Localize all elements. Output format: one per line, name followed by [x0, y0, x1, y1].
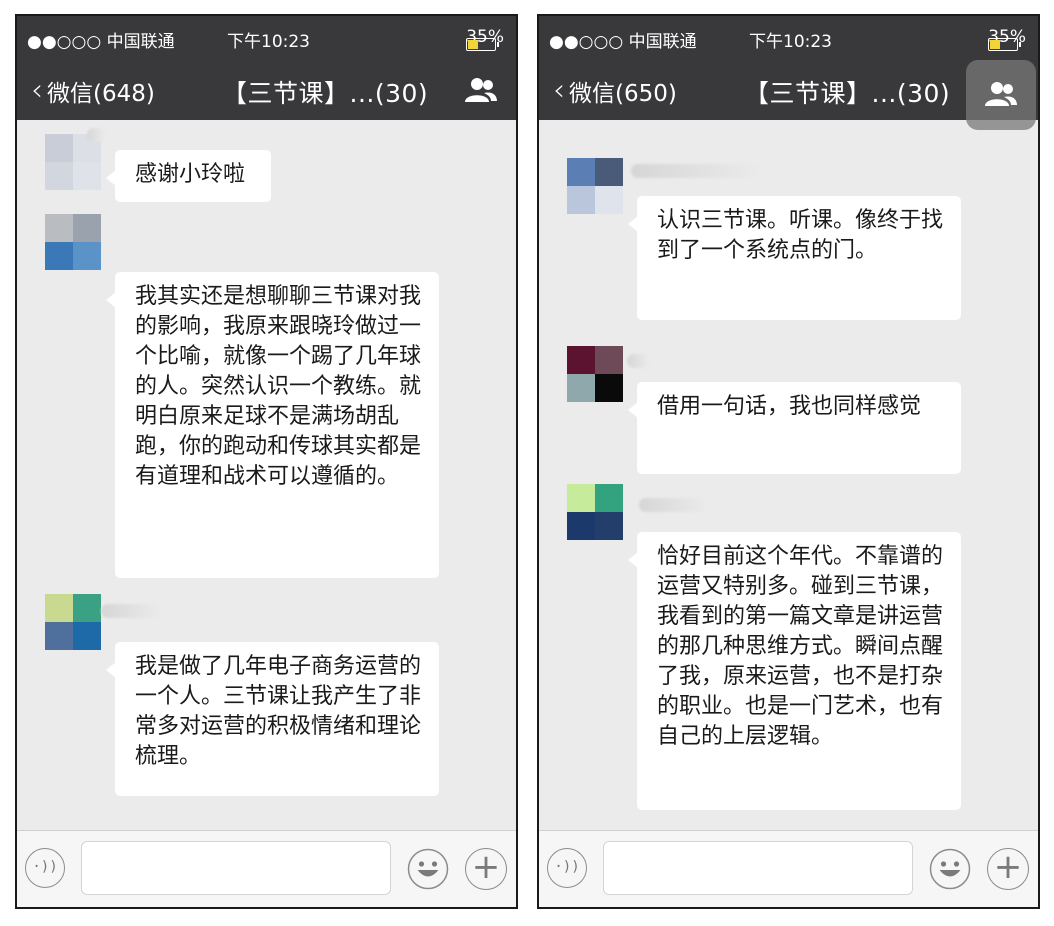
back-button-label: 微信(650) — [569, 81, 677, 107]
message-bubble[interactable]: 借用一句话，我也同样感觉 — [628, 382, 961, 474]
message-input[interactable] — [81, 841, 391, 895]
message-input[interactable] — [603, 841, 913, 895]
battery-indicator: 35% — [466, 27, 504, 51]
voice-icon: ·)) — [32, 859, 58, 875]
message-list[interactable]: 感谢小玲啦 我其实还是想聊聊三节课对我的影响，我原来跟晓玲做过一个比喻，就像一个… — [17, 120, 516, 831]
back-button-label: 微信(648) — [47, 81, 155, 107]
avatar-lower — [45, 622, 101, 650]
status-bar: ●●○○○ 中国联通 下午10:23 35% — [17, 16, 516, 60]
carrier-label: ●●○○○ 中国联通 — [549, 32, 697, 52]
message-bubble[interactable]: 认识三节课。听课。像终于找到了一个系统点的门。 — [628, 196, 961, 320]
emoji-button[interactable] — [407, 848, 449, 890]
chat-title: 【三节课】...(30) — [222, 79, 429, 108]
sender-name-blurred — [87, 128, 105, 142]
plus-button[interactable]: + — [987, 848, 1029, 890]
avatar[interactable] — [45, 134, 101, 190]
avatar[interactable] — [567, 346, 623, 402]
chevron-left-icon: ‹ — [553, 73, 565, 108]
chevron-left-icon: ‹ — [31, 73, 43, 108]
battery-icon — [466, 38, 500, 51]
back-button[interactable]: ‹ 微信(650) — [553, 74, 677, 108]
chat-title: 【三节课】...(30) — [744, 79, 951, 108]
sender-name-blurred — [631, 164, 761, 178]
phone-screen-right: ●●○○○ 中国联通 下午10:23 35% ‹ 微信(650) 【三节课】..… — [537, 14, 1040, 909]
sender-name-blurred — [639, 498, 709, 512]
members-icon — [465, 78, 497, 102]
battery-indicator: 35% — [988, 27, 1026, 51]
sender-name-blurred — [101, 604, 161, 618]
message-bubble[interactable]: 我是做了几年电子商务运营的一个人。三节课让我产生了非常多对运营的积极情绪和理论梳… — [106, 642, 439, 796]
members-icon — [985, 82, 1017, 106]
members-button[interactable] — [464, 76, 498, 104]
voice-button[interactable]: ·)) — [25, 848, 65, 888]
message-bubble[interactable]: 我其实还是想聊聊三节课对我的影响，我原来跟晓玲做过一个比喻，就像一个踢了几年球的… — [106, 272, 439, 578]
voice-button[interactable]: ·)) — [547, 848, 587, 888]
message-bubble[interactable]: 恰好目前这个年代。不靠谱的运营又特别多。碰到三节课，我看到的第一篇文章是讲运营的… — [628, 532, 961, 810]
back-button[interactable]: ‹ 微信(648) — [31, 74, 155, 108]
plus-icon: + — [993, 847, 1023, 887]
clock-label: 下午10:23 — [749, 32, 832, 52]
message-bubble[interactable]: 感谢小玲啦 — [106, 150, 271, 202]
nav-bar: ‹ 微信(648) 【三节课】...(30) — [17, 60, 516, 120]
phone-screen-left: ●●○○○ 中国联通 下午10:23 35% ‹ 微信(648) 【三节课】..… — [15, 14, 518, 909]
plus-button[interactable]: + — [465, 848, 507, 890]
plus-icon: + — [471, 847, 501, 887]
sender-name-blurred — [627, 354, 649, 368]
avatar-lower — [45, 242, 101, 270]
battery-icon — [988, 38, 1022, 51]
carrier-label: ●●○○○ 中国联通 — [27, 32, 175, 52]
emoji-button[interactable] — [929, 848, 971, 890]
input-toolbar: ·)) + — [17, 830, 516, 907]
nav-bar: ‹ 微信(650) 【三节课】...(30) — [539, 60, 1038, 130]
emoji-icon — [929, 848, 971, 890]
input-toolbar: ·)) + — [539, 830, 1038, 907]
clock-label: 下午10:23 — [227, 32, 310, 52]
message-list[interactable]: 认识三节课。听课。像终于找到了一个系统点的门。 借用一句话，我也同样感觉 恰好目… — [539, 120, 1038, 831]
voice-icon: ·)) — [554, 859, 580, 875]
avatar-lower — [567, 512, 623, 540]
status-bar: ●●○○○ 中国联通 下午10:23 35% — [539, 16, 1038, 60]
emoji-icon — [407, 848, 449, 890]
avatar[interactable] — [567, 158, 623, 214]
